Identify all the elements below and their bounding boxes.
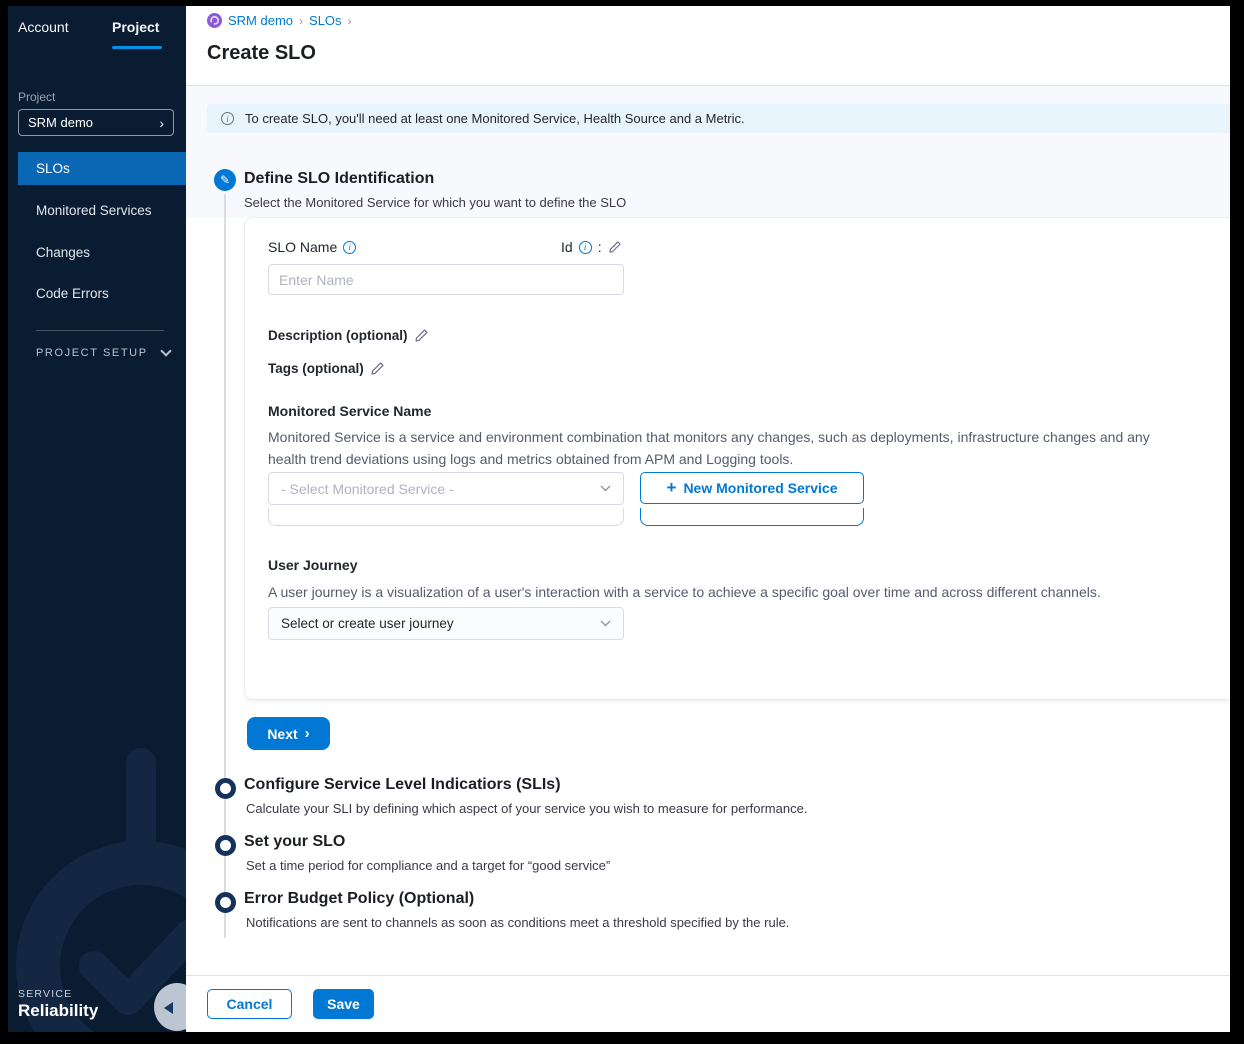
tags-field[interactable]: Tags (optional) bbox=[268, 361, 385, 376]
project-setup-label: PROJECT SETUP bbox=[36, 347, 148, 359]
monitored-service-description: Monitored Service is a service and envir… bbox=[268, 427, 1183, 470]
sidebar: Account Project Project SRM demo › SLOs … bbox=[8, 6, 186, 1032]
collapse-arrow-icon bbox=[164, 1002, 173, 1014]
next-button-label: Next bbox=[267, 726, 297, 742]
id-label: Id bbox=[561, 239, 573, 255]
monitored-service-select-value: - Select Monitored Service - bbox=[281, 481, 454, 497]
breadcrumb: SRM demo › SLOs › bbox=[207, 13, 352, 28]
step3-description: Set a time period for compliance and a t… bbox=[246, 858, 610, 873]
new-monitored-service-button[interactable]: + New Monitored Service bbox=[640, 472, 864, 504]
slo-identification-card: SLO Name i Id i : Description (optional)… bbox=[245, 218, 1230, 699]
slo-name-input[interactable] bbox=[268, 264, 624, 295]
step3-indicator bbox=[215, 835, 236, 856]
monitored-service-select-ghost bbox=[268, 508, 624, 526]
user-journey-select[interactable]: Select or create user journey bbox=[268, 607, 624, 640]
tab-account[interactable]: Account bbox=[18, 19, 69, 35]
app-frame: Account Project Project SRM demo › SLOs … bbox=[8, 6, 1230, 1032]
module-name: Reliability bbox=[18, 1001, 98, 1021]
srm-module-icon bbox=[207, 13, 222, 28]
id-colon: : bbox=[598, 239, 602, 255]
user-journey-select-value: Select or create user journey bbox=[281, 616, 454, 631]
tab-project[interactable]: Project bbox=[112, 19, 159, 35]
sidebar-item-monitored-services[interactable]: Monitored Services bbox=[36, 203, 152, 218]
step1-title: Define SLO Identification bbox=[244, 170, 434, 188]
chevron-right-icon: › bbox=[159, 115, 164, 131]
sidebar-divider bbox=[36, 330, 164, 331]
info-icon: i bbox=[221, 112, 234, 125]
sidebar-item-code-errors[interactable]: Code Errors bbox=[36, 286, 109, 301]
page-title: Create SLO bbox=[207, 42, 316, 65]
breadcrumb-srm-demo[interactable]: SRM demo bbox=[228, 13, 293, 28]
main-content: SRM demo › SLOs › Create SLO i To create… bbox=[186, 6, 1230, 1032]
wizard-connector-line bbox=[224, 194, 226, 938]
footer-action-bar: Cancel Save bbox=[186, 975, 1230, 1032]
project-section-label: Project bbox=[18, 90, 55, 104]
info-banner-text: To create SLO, you'll need at least one … bbox=[245, 111, 745, 126]
monitored-service-name-title-text: Monitored Service Name bbox=[268, 403, 431, 419]
edit-tags-icon[interactable] bbox=[370, 361, 385, 376]
chevron-down-icon bbox=[600, 620, 611, 627]
id-info-icon[interactable]: i bbox=[579, 241, 592, 254]
next-button[interactable]: Next › bbox=[247, 717, 330, 750]
user-journey-title-text: User Journey bbox=[268, 557, 357, 573]
user-journey-title: User Journey bbox=[268, 557, 357, 573]
tab-project-underline bbox=[112, 46, 162, 49]
project-setup-toggle[interactable]: PROJECT SETUP bbox=[36, 347, 170, 359]
step4-indicator bbox=[215, 892, 236, 913]
description-label: Description (optional) bbox=[268, 328, 408, 343]
step2-description: Calculate your SLI by defining which asp… bbox=[246, 801, 807, 816]
chevron-down-icon bbox=[160, 345, 171, 356]
edit-id-icon[interactable] bbox=[608, 240, 622, 254]
step4-description: Notifications are sent to channels as so… bbox=[246, 915, 789, 930]
step1-edit-icon: ✎ bbox=[214, 169, 236, 191]
breadcrumb-slos[interactable]: SLOs bbox=[309, 13, 342, 28]
project-selector[interactable]: SRM demo › bbox=[18, 109, 174, 136]
page-header: SRM demo › SLOs › Create SLO bbox=[186, 6, 1230, 86]
save-button[interactable]: Save bbox=[313, 989, 374, 1019]
sidebar-item-slos[interactable]: SLOs bbox=[18, 152, 186, 185]
step4-title[interactable]: Error Budget Policy (Optional) bbox=[244, 890, 474, 908]
step1-subtitle: Select the Monitored Service for which y… bbox=[244, 195, 626, 210]
step2-indicator bbox=[215, 778, 236, 799]
breadcrumb-separator: › bbox=[348, 14, 352, 28]
new-monitored-service-label: New Monitored Service bbox=[683, 480, 837, 496]
info-banner: i To create SLO, you'll need at least on… bbox=[207, 104, 1230, 133]
plus-icon: + bbox=[667, 478, 677, 498]
slo-name-info-icon[interactable]: i bbox=[343, 241, 356, 254]
step2-title[interactable]: Configure Service Level Indicatiors (SLI… bbox=[244, 776, 561, 794]
next-arrow-icon: › bbox=[305, 725, 310, 742]
id-field-row: Id i : bbox=[561, 239, 622, 255]
new-monitored-service-ghost bbox=[640, 508, 864, 526]
slo-name-label: SLO Name i bbox=[268, 239, 356, 255]
step3-title[interactable]: Set your SLO bbox=[244, 833, 345, 851]
module-eyebrow: SERVICE bbox=[18, 988, 72, 1000]
monitored-service-select[interactable]: - Select Monitored Service - bbox=[268, 472, 624, 505]
sidebar-item-changes[interactable]: Changes bbox=[36, 245, 90, 260]
slo-name-label-text: SLO Name bbox=[268, 239, 337, 255]
project-selector-value: SRM demo bbox=[28, 115, 93, 130]
user-journey-description: A user journey is a visualization of a u… bbox=[268, 582, 1183, 604]
breadcrumb-separator: › bbox=[299, 14, 303, 28]
cancel-button[interactable]: Cancel bbox=[207, 989, 292, 1019]
description-field[interactable]: Description (optional) bbox=[268, 328, 429, 343]
monitored-service-name-title: Monitored Service Name bbox=[268, 403, 431, 419]
edit-description-icon[interactable] bbox=[414, 328, 429, 343]
chevron-down-icon bbox=[600, 485, 611, 492]
tags-label: Tags (optional) bbox=[268, 361, 364, 376]
